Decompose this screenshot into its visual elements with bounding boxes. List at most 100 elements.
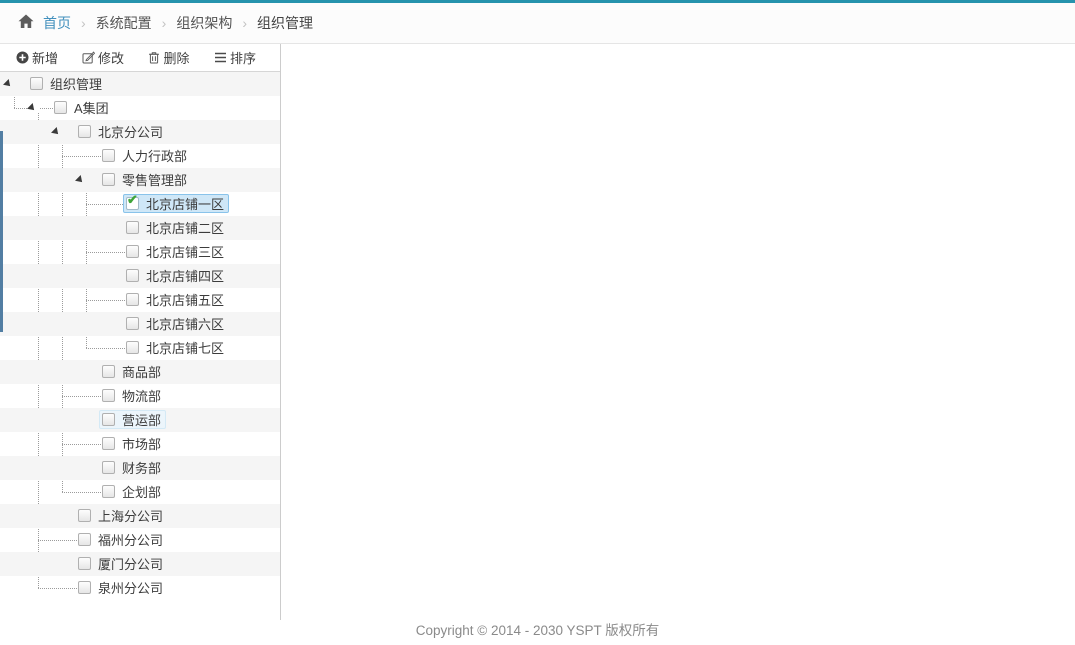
breadcrumb-item: 组织管理 [257, 15, 314, 31]
breadcrumb-item[interactable]: 系统配置 [96, 15, 152, 31]
node-checkbox[interactable] [126, 269, 139, 282]
tree-row: 厦门分公司 [0, 552, 280, 576]
tree-row: 北京店铺七区 [0, 336, 280, 360]
tree-node[interactable]: 泉州分公司 [75, 578, 168, 597]
tree-node[interactable]: 人力行政部 [99, 146, 192, 165]
node-checkbox[interactable] [102, 389, 115, 402]
node-checkbox[interactable] [78, 533, 91, 546]
node-checkbox[interactable] [102, 437, 115, 450]
tree-row: 北京分公司 [0, 120, 280, 144]
toolbar-button-add[interactable]: 新增 [4, 45, 70, 71]
node-label: 北京分公司 [98, 125, 164, 140]
tree-row: 北京店铺六区 [0, 312, 280, 336]
tree-row: 零售管理部 [0, 168, 280, 192]
sort-list-icon [214, 52, 227, 63]
node-checkbox[interactable] [102, 149, 115, 162]
expand-toggle-icon[interactable] [3, 79, 13, 89]
tree-node[interactable]: 北京店铺五区 [123, 290, 229, 309]
tree-node[interactable]: 零售管理部 [99, 170, 192, 189]
tree-node[interactable]: 北京店铺二区 [123, 218, 229, 237]
toolbar-button-label: 排序 [229, 51, 256, 66]
node-checkbox[interactable] [30, 77, 43, 90]
tree-row: 企划部 [0, 480, 280, 504]
footer-copyright: Copyright © 2014 - 2030 YSPT 版权所有 [415, 623, 660, 638]
tree-row: 商品部 [0, 360, 280, 384]
tree-row: 北京店铺四区 [0, 264, 280, 288]
node-checkbox[interactable] [54, 101, 67, 114]
node-checkbox[interactable] [102, 485, 115, 498]
tree-node[interactable]: 物流部 [99, 386, 166, 405]
breadcrumb-items: › 系统配置 › 组织架构 › 组织管理 [71, 13, 313, 33]
tree-row: 北京店铺三区 [0, 240, 280, 264]
breadcrumb-separator: › [81, 15, 86, 31]
node-label: 北京店铺二区 [146, 221, 225, 236]
node-label: 厦门分公司 [98, 557, 164, 572]
breadcrumb: 首页 › 系统配置 › 组织架构 › 组织管理 [0, 3, 1075, 44]
node-checkbox[interactable] [102, 365, 115, 378]
tree-node[interactable]: 北京店铺三区 [123, 242, 229, 261]
node-label: 北京店铺五区 [146, 293, 225, 308]
tree-node[interactable]: 市场部 [99, 434, 166, 453]
tree-row: 北京店铺五区 [0, 288, 280, 312]
tree-row: 组织管理 [0, 72, 280, 96]
node-label: 上海分公司 [98, 509, 164, 524]
node-checkbox[interactable] [102, 173, 115, 186]
tree-node[interactable]: ✔ 北京店铺一区 [123, 193, 230, 213]
content-area [282, 44, 1075, 645]
node-label: 企划部 [122, 485, 162, 500]
tree-node[interactable]: 北京店铺四区 [123, 266, 229, 285]
node-label: 福州分公司 [98, 533, 164, 548]
node-checkbox[interactable] [78, 581, 91, 594]
tree-node[interactable]: 厦门分公司 [75, 554, 168, 573]
org-tree: 组织管理 A集团北京分公司人力行政部零售管理部 ✔ 北京店铺一区北京店铺二区 北京店铺三… [0, 72, 280, 600]
tree-row: ✔ 北京店铺一区 [0, 192, 280, 216]
tree-node[interactable]: 福州分公司 [75, 530, 168, 549]
toolbar-button-sort[interactable]: 排序 [202, 45, 268, 71]
plus-circle-icon [16, 51, 29, 64]
tree-node[interactable]: 北京分公司 [75, 122, 168, 141]
node-label: 市场部 [122, 437, 162, 452]
toolbar-button-label: 新增 [31, 51, 58, 66]
node-checkbox[interactable] [102, 413, 115, 426]
tree-node[interactable]: A集团 [51, 98, 114, 117]
toolbar-button-edit[interactable]: 修改 [70, 45, 136, 71]
toolbar-button-delete[interactable]: 删除 [136, 45, 202, 71]
tree-node[interactable]: 财务部 [99, 458, 166, 477]
tree-row: 物流部 [0, 384, 280, 408]
expand-toggle-icon[interactable] [75, 175, 85, 185]
expand-toggle-icon[interactable] [51, 127, 61, 137]
node-checkbox[interactable] [126, 341, 139, 354]
node-label: 零售管理部 [122, 173, 188, 188]
node-checkbox[interactable] [102, 461, 115, 474]
node-label: 人力行政部 [122, 149, 188, 164]
node-label: 北京店铺三区 [146, 245, 225, 260]
node-checkbox[interactable] [78, 557, 91, 570]
tree-node[interactable]: 北京店铺六区 [123, 314, 229, 333]
tree-node[interactable]: 营运部 [99, 410, 167, 429]
tree-node[interactable]: 企划部 [99, 482, 166, 501]
breadcrumb-home-link[interactable]: 首页 [18, 13, 71, 33]
toolbar-button-label: 删除 [163, 51, 190, 66]
node-checkbox[interactable] [126, 245, 139, 258]
tree-row: 财务部 [0, 456, 280, 480]
node-checkbox[interactable] [126, 293, 139, 306]
expand-toggle-icon[interactable] [27, 103, 37, 113]
node-checkbox[interactable] [78, 509, 91, 522]
node-checkbox[interactable] [126, 221, 139, 234]
node-checkbox[interactable] [78, 125, 91, 138]
breadcrumb-separator: › [161, 15, 167, 31]
toolbar-button-label: 修改 [97, 51, 124, 66]
tree-node[interactable]: 北京店铺七区 [123, 338, 229, 357]
node-checkbox[interactable]: ✔ [126, 193, 139, 210]
tree-node[interactable]: 商品部 [99, 362, 166, 381]
tree-node[interactable]: 上海分公司 [75, 506, 168, 525]
tree-row: 市场部 [0, 432, 280, 456]
tree-node[interactable]: 组织管理 [27, 74, 107, 93]
tree-toolbar: 新增 修改 删除 排序 [0, 44, 280, 72]
breadcrumb-item[interactable]: 组织架构 [176, 15, 232, 31]
node-label: A集团 [74, 101, 109, 116]
tree-row: 营运部 [0, 408, 280, 432]
scrollbar-thumb[interactable] [0, 131, 3, 332]
node-checkbox[interactable] [126, 317, 139, 330]
node-label: 营运部 [122, 413, 162, 428]
